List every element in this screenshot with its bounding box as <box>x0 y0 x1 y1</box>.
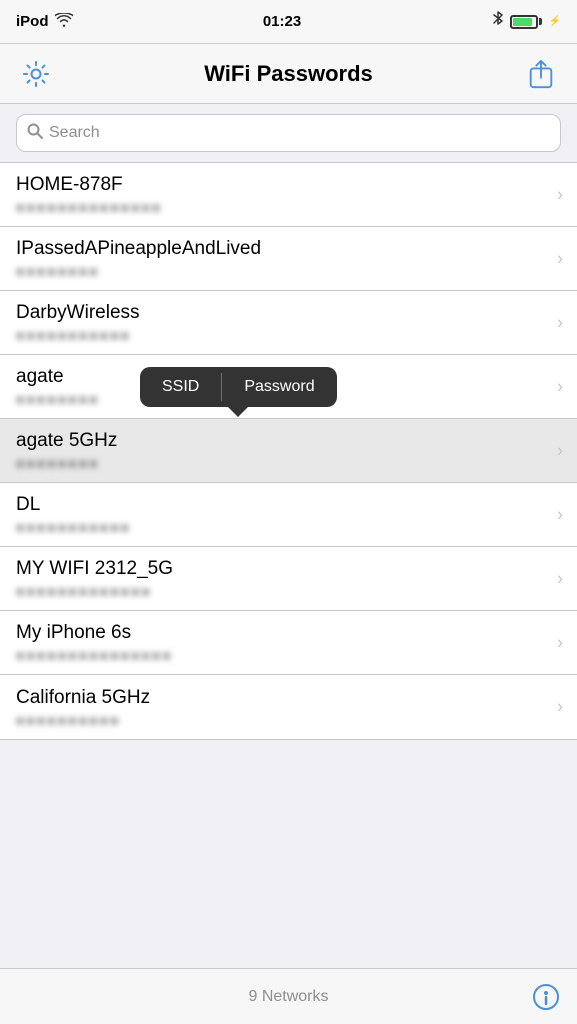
status-right: ⚡ <box>492 11 561 32</box>
chevron-right-icon: › <box>557 376 563 397</box>
nav-bar: WiFi Passwords <box>0 44 577 104</box>
page-title: WiFi Passwords <box>56 61 521 87</box>
network-name: IPassedAPineappleAndLived <box>16 238 561 260</box>
network-password: ●●●●●●●● <box>16 455 561 471</box>
network-password: ●●●●●●●●●● <box>16 712 561 728</box>
status-time: 01:23 <box>263 13 301 30</box>
network-list: HOME-878F ●●●●●●●●●●●●●● › IPassedAPinea… <box>0 162 577 740</box>
context-tooltip: SSID Password <box>140 367 337 407</box>
network-name: California 5GHz <box>16 687 561 709</box>
network-password: ●●●●●●●●●●●●●●● <box>16 647 561 663</box>
list-item[interactable]: DL ●●●●●●●●●●● › <box>0 483 577 547</box>
chevron-right-icon: › <box>557 504 563 525</box>
footer: 9 Networks <box>0 968 577 1024</box>
network-password: ●●●●●●●●●●●●● <box>16 583 561 599</box>
network-name: DarbyWireless <box>16 302 561 324</box>
wifi-icon <box>55 13 73 30</box>
network-count-label: 9 Networks <box>248 988 328 1006</box>
bluetooth-icon <box>492 11 504 32</box>
network-name: agate 5GHz <box>16 430 561 452</box>
network-name: MY WIFI 2312_5G <box>16 558 561 580</box>
list-item[interactable]: DarbyWireless ●●●●●●●●●●● › <box>0 291 577 355</box>
search-bar[interactable] <box>16 114 561 152</box>
info-button[interactable] <box>531 982 561 1012</box>
list-item[interactable]: agate ●●●●●●●● › SSID Password <box>0 355 577 419</box>
settings-button[interactable] <box>16 54 56 94</box>
network-name: HOME-878F <box>16 174 561 196</box>
charging-icon: ⚡ <box>549 16 561 27</box>
network-password: ●●●●●●●●●●●●●● <box>16 199 561 215</box>
tooltip-password-button[interactable]: Password <box>222 367 336 407</box>
content-area: HOME-878F ●●●●●●●●●●●●●● › IPassedAPinea… <box>0 104 577 796</box>
carrier-label: iPod <box>16 13 49 30</box>
status-left: iPod <box>16 13 73 30</box>
chevron-right-icon: › <box>557 184 563 205</box>
tooltip-ssid-button[interactable]: SSID <box>140 367 221 407</box>
chevron-right-icon: › <box>557 312 563 333</box>
network-password: ●●●●●●●●●●● <box>16 519 561 535</box>
chevron-right-icon: › <box>557 440 563 461</box>
list-item[interactable]: MY WIFI 2312_5G ●●●●●●●●●●●●● › <box>0 547 577 611</box>
chevron-right-icon: › <box>557 568 563 589</box>
network-password: ●●●●●●●● <box>16 263 561 279</box>
chevron-right-icon: › <box>557 632 563 653</box>
status-bar: iPod 01:23 ⚡ <box>0 0 577 44</box>
search-icon <box>27 123 43 144</box>
list-item[interactable]: HOME-878F ●●●●●●●●●●●●●● › <box>0 163 577 227</box>
list-item[interactable]: IPassedAPineappleAndLived ●●●●●●●● › <box>0 227 577 291</box>
chevron-right-icon: › <box>557 697 563 718</box>
network-name: DL <box>16 494 561 516</box>
list-item[interactable]: California 5GHz ●●●●●●●●●● › <box>0 675 577 739</box>
network-password: ●●●●●●●●●●● <box>16 327 561 343</box>
network-name: My iPhone 6s <box>16 622 561 644</box>
list-item[interactable]: My iPhone 6s ●●●●●●●●●●●●●●● › <box>0 611 577 675</box>
battery-icon <box>510 15 542 29</box>
list-item[interactable]: agate 5GHz ●●●●●●●● › <box>0 419 577 483</box>
search-section <box>0 104 577 162</box>
search-input[interactable] <box>49 124 550 142</box>
share-button[interactable] <box>521 54 561 94</box>
chevron-right-icon: › <box>557 248 563 269</box>
